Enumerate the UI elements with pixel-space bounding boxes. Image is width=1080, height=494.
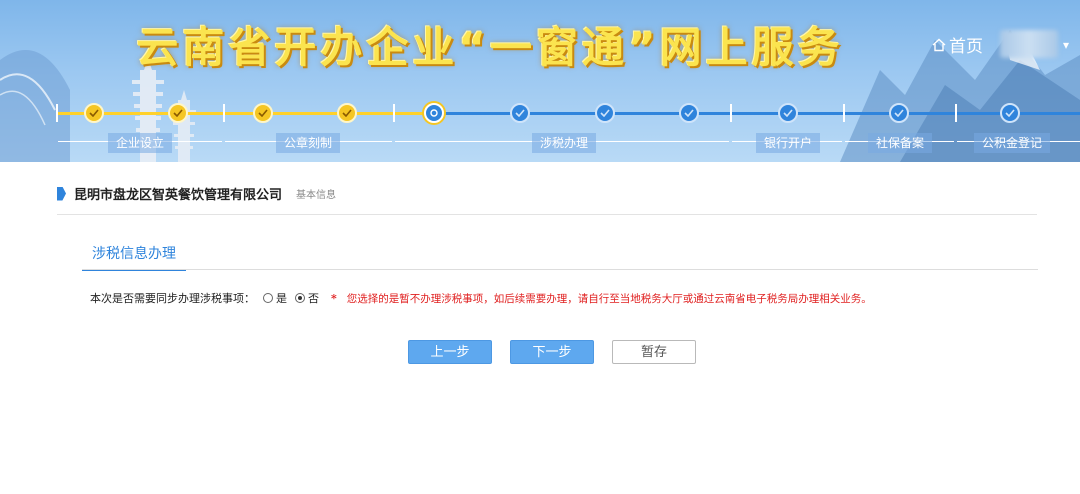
check-icon xyxy=(1005,109,1015,117)
stage-label-seal: 公章刻制 xyxy=(276,133,341,153)
progress-step-pending xyxy=(778,103,798,123)
check-icon xyxy=(515,109,525,117)
save-draft-button[interactable]: 暂存 xyxy=(612,340,696,364)
check-icon xyxy=(684,109,694,117)
radio-circle[interactable] xyxy=(295,293,305,303)
radio-circle[interactable] xyxy=(263,293,273,303)
stage-divider xyxy=(393,104,395,122)
stage-label-bank: 银行开户 xyxy=(756,133,821,153)
edit-icon xyxy=(430,109,438,117)
progress-step-done xyxy=(168,103,188,123)
progress-step-current xyxy=(424,103,444,123)
stage-label-tax: 涉税办理 xyxy=(532,133,597,153)
stage-divider xyxy=(955,104,957,122)
home-icon xyxy=(932,38,946,51)
progress-step-done xyxy=(253,103,273,123)
flag-icon xyxy=(57,186,66,201)
stage-label-housing-fund: 公积金登记 xyxy=(974,133,1051,153)
warning-message: 您选择的是暂不办理涉税事项，如后续需要办理，请自行至当地税务大厅或通过云南省电子… xyxy=(346,292,872,305)
tax-question-row: 本次是否需要同步办理涉税事项： 是 否 * 您选择的是暂不办理涉税事项，如后续需… xyxy=(90,290,872,306)
progress-step-pending xyxy=(1000,103,1020,123)
radio-yes[interactable]: 是 xyxy=(263,290,287,306)
check-icon xyxy=(89,109,99,117)
progress-step-pending xyxy=(679,103,699,123)
stage-label-company-setup: 企业设立 xyxy=(108,133,173,153)
company-subtitle: 基本信息 xyxy=(296,190,337,201)
progress-track-todo xyxy=(434,112,1080,115)
stage-divider xyxy=(223,104,225,122)
check-icon xyxy=(342,109,352,117)
check-icon xyxy=(894,109,904,117)
radio-yes-label: 是 xyxy=(276,292,287,305)
tab-tax-info[interactable]: 涉税信息办理 xyxy=(82,243,186,271)
tab-underline xyxy=(82,269,1038,270)
check-icon xyxy=(258,109,268,117)
stage-divider xyxy=(730,104,732,122)
home-link[interactable]: 首页 xyxy=(932,32,983,57)
radio-no[interactable]: 否 xyxy=(295,290,319,306)
stage-divider xyxy=(56,104,58,122)
check-icon xyxy=(783,109,793,117)
question-label: 本次是否需要同步办理涉税事项： xyxy=(90,292,255,305)
radio-no-label: 否 xyxy=(308,292,319,305)
progress-step-done xyxy=(337,103,357,123)
next-button[interactable]: 下一步 xyxy=(510,340,594,364)
home-label: 首页 xyxy=(949,37,983,57)
stage-divider xyxy=(843,104,845,122)
chevron-down-icon[interactable]: ▾ xyxy=(1063,38,1069,52)
section-divider xyxy=(57,214,1037,215)
company-header: 昆明市盘龙区智英餐饮管理有限公司 基本信息 xyxy=(57,184,336,203)
prev-button[interactable]: 上一步 xyxy=(408,340,492,364)
progress-step-pending xyxy=(510,103,530,123)
required-mark: * xyxy=(331,291,337,305)
progress-step-pending xyxy=(595,103,615,123)
banner-title: 云南省开办企业“一窗通”网上服务 xyxy=(136,23,844,72)
user-account-redacted[interactable] xyxy=(1000,30,1058,58)
check-icon xyxy=(600,109,610,117)
company-name: 昆明市盘龙区智英餐饮管理有限公司 xyxy=(74,188,283,203)
progress-step-pending xyxy=(889,103,909,123)
progress-track-done xyxy=(56,112,434,115)
stage-label-social-security: 社保备案 xyxy=(868,133,933,153)
check-icon xyxy=(173,109,183,117)
header-banner: 云南省开办企业“一窗通”网上服务 首页 ▾ 企业设立 公章刻制 涉税办理 银行开… xyxy=(0,0,1080,162)
progress-step-done xyxy=(84,103,104,123)
